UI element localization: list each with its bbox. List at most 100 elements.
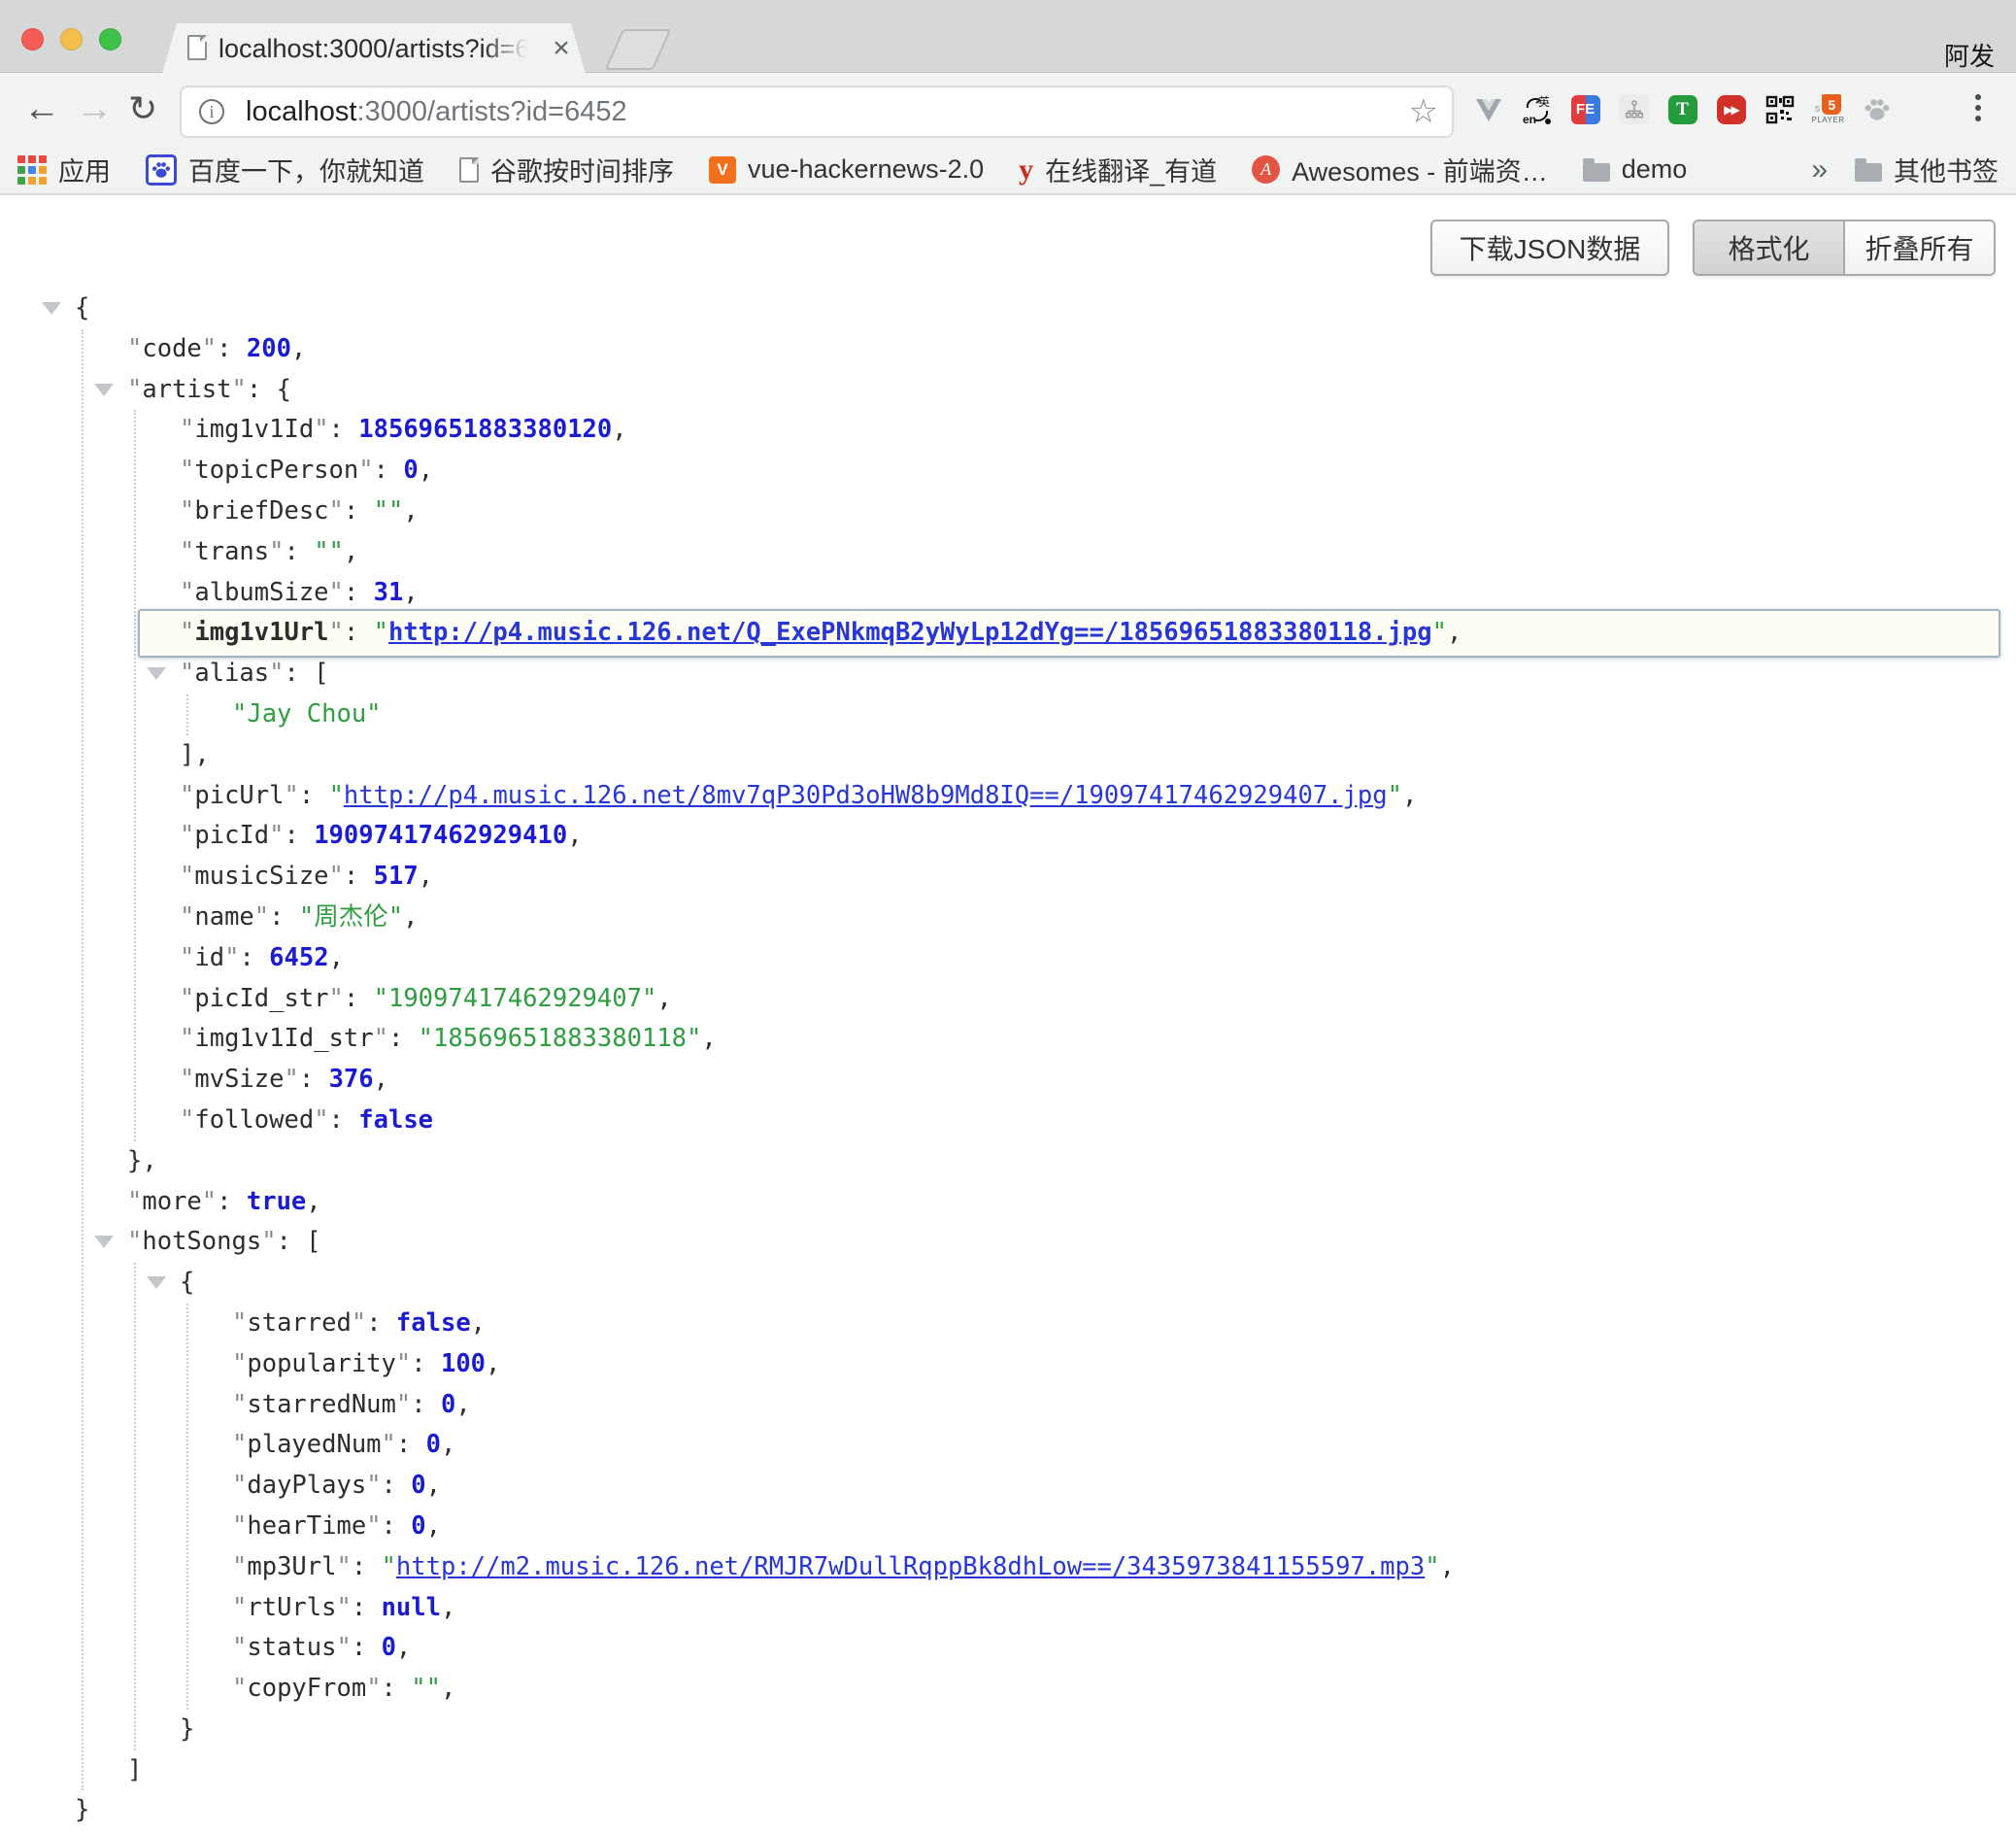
json-key: briefDesc <box>194 496 328 526</box>
quote: " <box>232 1308 247 1338</box>
quote: " <box>329 862 344 891</box>
extension-tampermonkey-icon[interactable]: T <box>1666 90 1698 129</box>
colon: : <box>344 578 374 607</box>
extension-fe-icon[interactable]: FE <box>1569 90 1601 129</box>
chrome-menu-icon[interactable] <box>1975 94 1981 121</box>
json-url-value: "http://m2.music.126.net/RMJR7wDullRqppB… <box>382 1552 1440 1581</box>
collapse-arrow-icon[interactable] <box>42 302 61 315</box>
colon: : <box>329 415 359 444</box>
bookmark-item[interactable]: 应用 <box>17 151 111 188</box>
json-url-link[interactable]: http://p4.music.126.net/8mv7qP30Pd3oHW8b… <box>344 781 1388 810</box>
json-row: "popularity": 100, <box>232 1344 2000 1385</box>
json-row: "id": 6452, <box>180 938 2000 979</box>
comma: , <box>426 1471 441 1500</box>
comma: , <box>291 334 306 363</box>
json-bool-value: false <box>396 1308 471 1338</box>
profile-name[interactable]: 阿发 <box>1944 37 1995 73</box>
json-row: ], <box>180 735 2000 776</box>
bookmark-item[interactable]: y在线翻译_有道 <box>1019 151 1217 188</box>
bookmark-label: 其他书签 <box>1894 151 1999 188</box>
comma: , <box>403 902 418 932</box>
reload-button[interactable]: ↻ <box>128 85 157 132</box>
bookmark-item[interactable]: demo <box>1583 154 1688 185</box>
bookmark-item[interactable]: 谷歌按时间排序 <box>459 151 674 188</box>
extension-video-speed-icon[interactable]: ▶▶ <box>1715 90 1747 129</box>
browser-toolbar: ← → ↻ i localhost:3000/artists?id=6452 ☆… <box>0 73 2016 146</box>
colon: : <box>344 618 374 647</box>
collapse-arrow-icon[interactable] <box>147 1276 166 1289</box>
quote: " <box>329 618 344 647</box>
colon: : <box>269 902 299 932</box>
quote: " <box>180 902 194 932</box>
quote: " <box>254 902 269 932</box>
colon: : <box>247 375 277 404</box>
collapse-arrow-icon[interactable] <box>94 384 114 396</box>
window-minimize-button[interactable] <box>60 28 83 51</box>
quote: " <box>180 781 194 810</box>
json-key: picId <box>194 821 269 850</box>
extension-qr-code-icon[interactable] <box>1764 90 1796 129</box>
download-json-button[interactable]: 下载JSON数据 <box>1430 220 1669 276</box>
quote: " <box>180 943 194 972</box>
colon: : <box>217 1187 247 1216</box>
tab-close-icon[interactable]: × <box>547 32 576 65</box>
bookmark-star-icon[interactable]: ☆ <box>1409 92 1438 131</box>
bookmarks-bar: 应用百度一下，你就知道谷歌按时间排序 Vvue-hackernews-2.0 y在线… <box>0 146 2016 195</box>
quote: " <box>1432 618 1447 647</box>
bookmark-item[interactable]: AAwesomes - 前端资… <box>1252 151 1548 188</box>
json-key: alias <box>194 659 269 688</box>
json-row: "code": 200, <box>127 329 2000 370</box>
quote: " <box>180 578 194 607</box>
json-row: "picUrl": "http://p4.music.126.net/8mv7q… <box>180 776 2000 817</box>
json-url-link[interactable]: http://p4.music.126.net/Q_ExePNkmqB2yWyL… <box>388 618 1432 647</box>
collapse-arrow-icon[interactable] <box>147 667 166 680</box>
json-num-value: 376 <box>329 1065 374 1094</box>
comma: , <box>441 1593 455 1622</box>
json-string-value: "18569651883380118" <box>419 1024 702 1053</box>
back-button[interactable]: ← <box>23 85 60 132</box>
json-bool-value: true <box>247 1187 306 1216</box>
other-bookmarks-folder[interactable]: 其他书签 <box>1855 151 1999 188</box>
extension-translate-icon[interactable]: 英en <box>1521 90 1553 129</box>
json-row: "Jay Chou" <box>232 695 2000 735</box>
window-zoom-button[interactable] <box>99 28 121 51</box>
extension-sitemap-icon[interactable] <box>1618 90 1650 129</box>
json-key: starredNum <box>247 1390 396 1419</box>
extension-paw-icon[interactable] <box>1861 90 1893 129</box>
json-key: dayPlays <box>247 1471 366 1500</box>
json-row: "trans": "", <box>180 532 2000 573</box>
json-children: "code": 200,"artist": {"img1v1Id": 18569… <box>82 329 2000 1791</box>
bookmark-item[interactable]: Vvue-hackernews-2.0 <box>709 154 984 185</box>
json-bool-value: false <box>358 1105 433 1135</box>
bookmark-item[interactable]: 百度一下，你就知道 <box>146 151 424 188</box>
collapse-arrow-icon[interactable] <box>94 1236 114 1248</box>
format-button[interactable]: 格式化 <box>1695 221 1845 274</box>
new-tab-button[interactable] <box>605 29 672 70</box>
extension-h5-player-icon[interactable]: s5PLAYER <box>1812 90 1844 129</box>
colon: : <box>329 1105 359 1135</box>
quote: " <box>180 1024 194 1053</box>
window-close-button[interactable] <box>21 28 44 51</box>
collapse-all-button[interactable]: 折叠所有 <box>1845 221 1994 274</box>
address-bar[interactable]: i localhost:3000/artists?id=6452 ☆ <box>180 85 1454 138</box>
extension-vue-devtools-icon[interactable] <box>1472 90 1504 129</box>
quote: " <box>314 1105 328 1135</box>
json-key: picId_str <box>194 984 328 1013</box>
json-key: mp3Url <box>247 1552 336 1581</box>
bookmarks-overflow-chevron[interactable]: » <box>1811 153 1828 186</box>
colon: : <box>352 1593 382 1622</box>
json-url-link[interactable]: http://m2.music.126.net/RMJR7wDullRqppBk… <box>396 1552 1425 1581</box>
quote: " <box>180 984 194 1013</box>
comma: , <box>419 862 433 891</box>
colon: : <box>239 943 269 972</box>
quote: " <box>314 415 328 444</box>
page-info-icon[interactable]: i <box>199 99 224 124</box>
browser-tab[interactable]: localhost:3000/artists?id=645 × <box>162 23 586 74</box>
forward-button[interactable]: → <box>76 85 113 132</box>
json-row: "dayPlays": 0, <box>232 1466 2000 1507</box>
json-string-value: "Jay Chou" <box>232 699 382 729</box>
json-key: code <box>142 334 201 363</box>
comma: , <box>426 1511 441 1541</box>
url-text[interactable]: localhost:3000/artists?id=6452 <box>246 87 627 136</box>
json-key: copyFrom <box>247 1674 366 1703</box>
